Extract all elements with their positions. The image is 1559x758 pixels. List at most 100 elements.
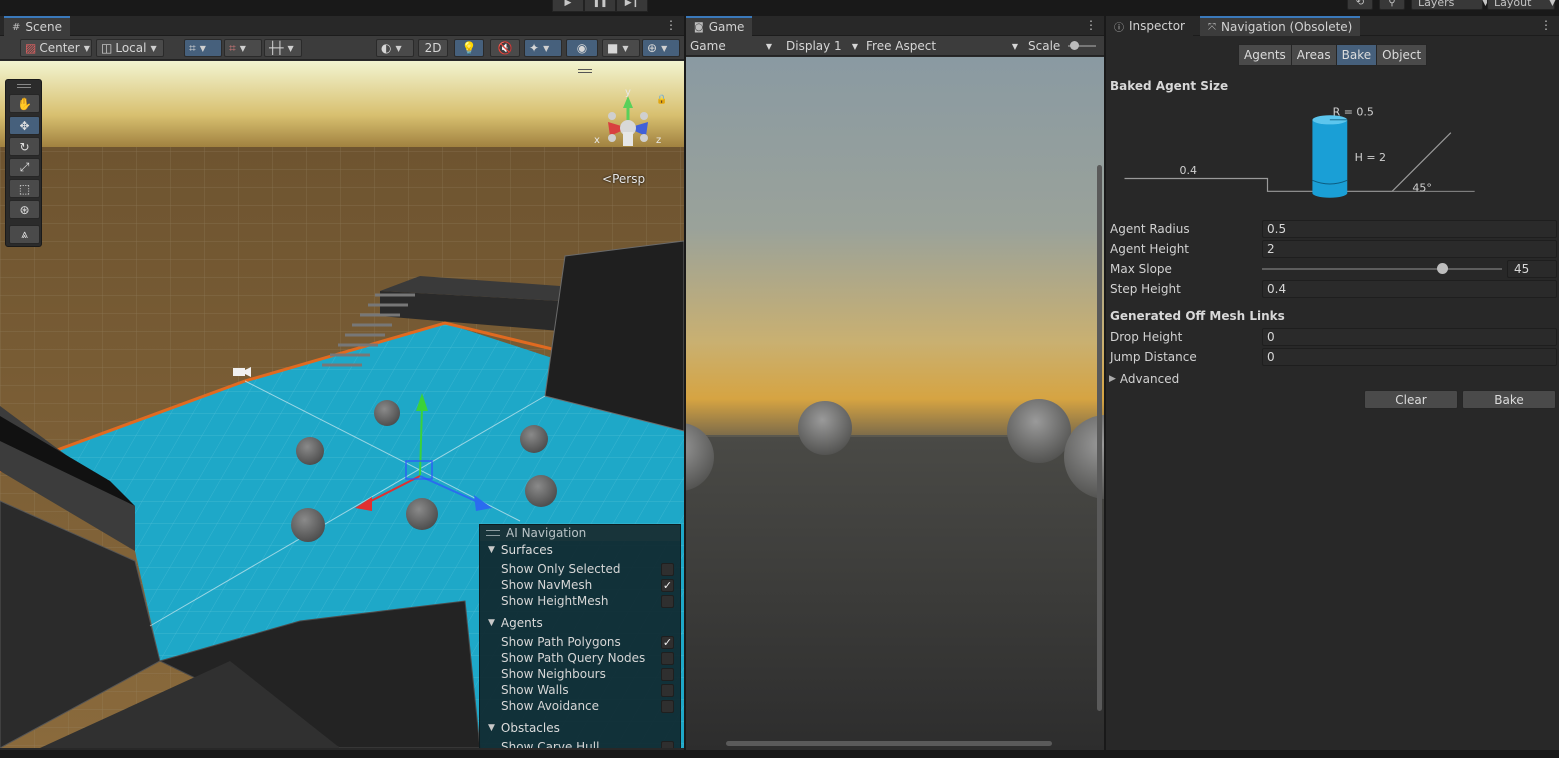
bake-button[interactable]: Bake xyxy=(1462,390,1556,409)
search-icon: ⚲ xyxy=(1388,0,1396,8)
max-slope-slider[interactable] xyxy=(1262,268,1502,270)
rotate-tool[interactable]: ↻ xyxy=(9,137,40,156)
grid-icon: # xyxy=(12,21,21,33)
tab-inspector[interactable]: ⓘ Inspector xyxy=(1106,16,1193,36)
layers-dropdown[interactable]: Layers ▼ xyxy=(1411,0,1489,10)
pause-button[interactable]: ❚❚ xyxy=(584,0,616,12)
increment-snap-button[interactable]: ⌗ ▼ xyxy=(224,39,262,57)
game-vertical-scrollbar[interactable] xyxy=(1097,165,1102,711)
agents-group-header[interactable]: ▼ Agents xyxy=(488,616,543,630)
grid-snap-button[interactable]: ⌗ ▼ xyxy=(184,39,222,57)
show-heightmesh-checkbox[interactable] xyxy=(661,595,674,608)
rect-tool[interactable]: ⬚ xyxy=(9,179,40,198)
game-render xyxy=(686,57,1104,750)
snap-icon: ⌗ xyxy=(229,40,236,55)
grid-snap-icon: ⌗ xyxy=(189,40,196,55)
show-walls-checkbox[interactable] xyxy=(661,684,674,697)
clear-button[interactable]: Clear xyxy=(1364,390,1458,409)
drag-handle[interactable] xyxy=(17,84,31,88)
scale-slider-knob[interactable] xyxy=(1070,41,1079,50)
tab-game[interactable]: ◙ Game xyxy=(686,16,753,36)
agent-radius-field[interactable]: 0.5 xyxy=(1262,220,1557,238)
effects-button[interactable]: ✦ ▼ xyxy=(524,39,562,57)
gizmos-button[interactable]: ⊕ ▼ xyxy=(642,39,680,57)
playback-controls: ▶ ❚❚ ▶❙ xyxy=(552,0,648,12)
nav-tab-object[interactable]: Object xyxy=(1376,44,1428,66)
show-path-query-nodes-checkbox[interactable] xyxy=(661,652,674,665)
ruler-icon: ┼┼ xyxy=(269,41,284,55)
lighting-toggle[interactable]: 💡 xyxy=(454,39,484,57)
audio-toggle[interactable]: 🔇 xyxy=(490,39,520,57)
show-carve-hull-checkbox[interactable] xyxy=(661,741,674,748)
orientation-gizmo[interactable]: y x z 🔒 xyxy=(590,86,670,166)
scene-tabbar: # Scene ⋮ xyxy=(0,16,684,36)
chevron-down-icon: ▼ xyxy=(239,43,246,53)
nav-tab-agents[interactable]: Agents xyxy=(1238,44,1292,66)
game-horizontal-scrollbar[interactable] xyxy=(726,741,1052,746)
play-button[interactable]: ▶ xyxy=(552,0,584,12)
ai-navigation-title[interactable]: AI Navigation xyxy=(480,525,680,541)
show-neighbours-checkbox[interactable] xyxy=(661,668,674,681)
show-navmesh-checkbox[interactable]: ✓ xyxy=(661,579,674,592)
more-options-icon[interactable]: ⋮ xyxy=(1085,18,1097,32)
agent-height-row: Agent Height 2 xyxy=(1110,240,1557,258)
scale-tool[interactable]: ⤢ xyxy=(9,158,40,177)
step-height-field[interactable]: 0.4 xyxy=(1262,280,1557,298)
pivot-mode-dropdown[interactable]: ▨ Center ▼ xyxy=(20,39,92,57)
step-button[interactable]: ▶❙ xyxy=(616,0,648,12)
custom-tool[interactable]: ⩓ xyxy=(9,225,40,244)
tab-scene[interactable]: # Scene xyxy=(4,16,70,36)
tab-navigation[interactable]: ⤧ Navigation (Obsolete) xyxy=(1200,16,1361,36)
jump-distance-field[interactable]: 0 xyxy=(1262,348,1557,366)
more-options-icon[interactable]: ⋮ xyxy=(665,18,677,32)
max-slope-field[interactable]: 45 xyxy=(1507,260,1557,278)
triangle-down-icon: ▼ xyxy=(488,723,495,733)
show-neighbours-row: Show Neighbours xyxy=(501,666,678,682)
show-path-polygons-checkbox[interactable]: ✓ xyxy=(661,636,674,649)
cube-icon: ◫ xyxy=(101,41,113,55)
chevron-down-icon: ▼ xyxy=(83,43,90,53)
scale-icon: ⤢ xyxy=(19,160,30,174)
transform-icon: ⊛ xyxy=(19,202,30,217)
visibility-toggle[interactable]: ◉ xyxy=(566,39,598,57)
projection-toggle[interactable]: <Persp xyxy=(602,172,645,186)
hand-tool[interactable]: ✋ xyxy=(9,94,40,113)
layout-dropdown[interactable]: Layout ▼ xyxy=(1487,0,1556,10)
shading-mode-button[interactable]: ◐ ▼ xyxy=(376,39,414,57)
show-only-selected-checkbox[interactable] xyxy=(661,563,674,576)
surfaces-group-header[interactable]: ▼ Surfaces xyxy=(488,543,553,557)
more-options-icon[interactable]: ⋮ xyxy=(1540,18,1552,32)
show-avoidance-checkbox[interactable] xyxy=(661,700,674,713)
chevron-down-icon: ▼ xyxy=(150,43,157,53)
drop-height-field[interactable]: 0 xyxy=(1262,328,1557,346)
max-slope-slider-knob[interactable] xyxy=(1437,263,1448,274)
move-tool[interactable]: ✥ xyxy=(9,116,40,135)
game-viewport[interactable] xyxy=(686,57,1104,750)
chevron-down-icon: ▼ xyxy=(765,41,772,51)
scene-viewport[interactable]: ✋ ✥ ↻ ⤢ ⬚ ⊛ ⩓ y x z 🔒 <Persp AI Navigati… xyxy=(0,61,684,748)
search-button[interactable]: ⚲ xyxy=(1379,0,1405,10)
agent-height-field[interactable]: 2 xyxy=(1262,240,1557,258)
pivot-space-dropdown[interactable]: ◫ Local ▼ xyxy=(96,39,164,57)
effects-icon: ✦ xyxy=(529,41,540,55)
nav-tab-areas[interactable]: Areas xyxy=(1290,44,1337,66)
aspect-dropdown[interactable]: Free Aspect ▼ xyxy=(862,37,1022,55)
agent-size-diagram: R = 0.5 H = 2 0.4 45° xyxy=(1124,105,1475,198)
game-view-dropdown[interactable]: Game ▼ xyxy=(686,37,776,55)
advanced-foldout[interactable]: ▶ Advanced xyxy=(1109,372,1179,386)
triangle-down-icon: ▼ xyxy=(488,618,495,628)
transform-tool[interactable]: ⊛ xyxy=(9,200,40,219)
obstacles-group-header[interactable]: ▼ Obstacles xyxy=(488,721,560,735)
history-button[interactable]: ⟲ xyxy=(1347,0,1373,10)
camera-settings-button[interactable]: ■ ▼ xyxy=(602,39,640,57)
ruler-snap-button[interactable]: ┼┼ ▼ xyxy=(264,39,302,57)
show-path-polygons-row: Show Path Polygons ✓ xyxy=(501,635,674,649)
2d-toggle[interactable]: 2D xyxy=(418,39,448,57)
display-dropdown[interactable]: Display 1 ▼ xyxy=(782,37,862,55)
rotate-icon: ↻ xyxy=(19,139,30,154)
navigation-icon: ⤧ xyxy=(1208,21,1216,33)
nav-tab-bake[interactable]: Bake xyxy=(1335,44,1378,66)
overlay-handle[interactable] xyxy=(578,69,592,73)
mute-icon: 🔇 xyxy=(497,41,513,55)
persp-arrow-icon: < xyxy=(602,172,613,186)
